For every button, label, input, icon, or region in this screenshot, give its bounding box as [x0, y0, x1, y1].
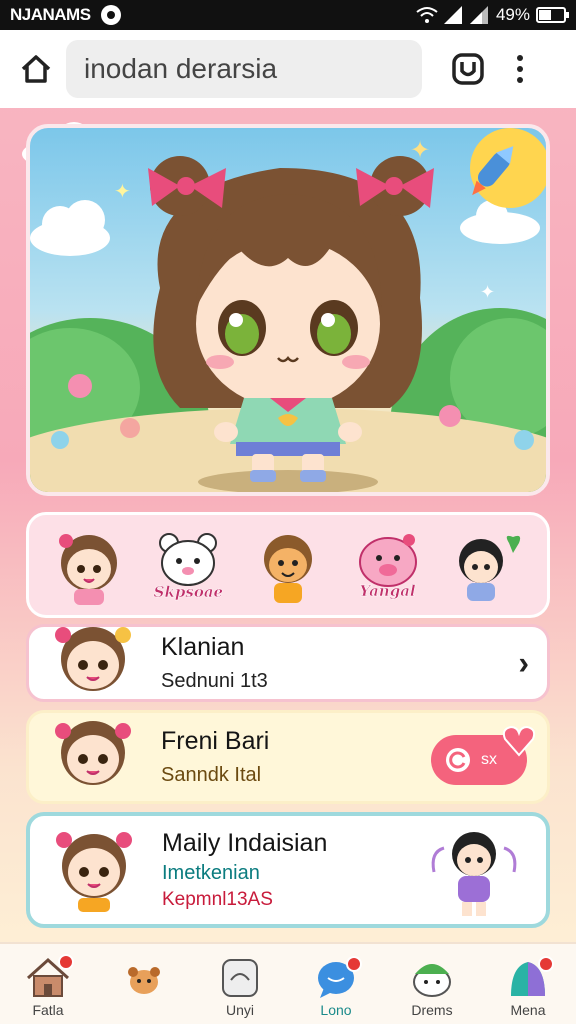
- list-item[interactable]: Klanian Sednuni 1t3 ›: [26, 624, 550, 702]
- girl-avatar-icon: [55, 627, 131, 691]
- nav-label: Mena: [510, 1002, 546, 1018]
- list-item[interactable]: Freni Bari Sanndk Ital sx: [26, 710, 550, 804]
- sticker-caption: Skpsoae: [153, 583, 224, 602]
- puppy-icon: [128, 967, 160, 994]
- chibi-girl-illustration: ✦ ✦ ✦: [30, 128, 546, 492]
- carrier-label: NJANAMS: [10, 5, 91, 24]
- sticker-pig[interactable]: Yangal: [348, 520, 428, 610]
- list-item-subtitle: Imetkenian: [162, 862, 260, 884]
- girl-avatar-icon: [55, 721, 131, 785]
- girl-avatar-icon: [56, 832, 132, 912]
- browser-toolbar: inodan derarsia: [0, 30, 576, 108]
- url-text: inodan derarsia: [84, 53, 278, 84]
- overflow-menu-button[interactable]: [510, 49, 530, 89]
- signal-icon-2: [469, 6, 488, 24]
- svg-text:✦: ✦: [480, 282, 495, 302]
- url-bar[interactable]: inodan derarsia: [66, 40, 422, 98]
- heart-icon: [502, 725, 536, 757]
- nav-item-puppy[interactable]: [104, 960, 184, 1020]
- menu-dot: [517, 55, 523, 61]
- svg-text:✦: ✦: [114, 181, 131, 203]
- menu-dot: [517, 77, 523, 83]
- battery-percent: 49%: [495, 5, 530, 24]
- hero-illustration[interactable]: ✦ ✦ ✦: [26, 124, 550, 496]
- wifi-icon: [416, 7, 438, 23]
- nav-item-chat[interactable]: Lono: [296, 956, 376, 1020]
- sticker-bear[interactable]: Skpsoae: [148, 520, 228, 610]
- menu-dot: [517, 66, 523, 72]
- nav-item-home[interactable]: Fatla: [8, 954, 88, 1020]
- tabs-button[interactable]: [448, 49, 488, 89]
- boy-character-icon: [431, 832, 517, 916]
- notification-badge: [58, 954, 74, 970]
- nav-item-menu[interactable]: Mena: [488, 956, 568, 1020]
- nav-label: Lono: [320, 1002, 352, 1018]
- sticker-row: Skpsoae Yangal: [26, 512, 550, 618]
- refresh-icon: [446, 748, 470, 772]
- home-icon: [21, 55, 51, 83]
- list-item-subtitle-secondary: Kepmnl13AS: [162, 889, 273, 910]
- app-notification-icon: [100, 5, 121, 25]
- sticker-caption: Yangal: [359, 582, 416, 601]
- frog-icon: [413, 964, 451, 997]
- nav-item-frog[interactable]: Drems: [392, 956, 472, 1020]
- list-item[interactable]: Maily Indaisian Imetkenian Kepmnl13AS: [26, 812, 550, 928]
- boy-sticker-icon: [263, 535, 312, 603]
- sticker-girl[interactable]: [49, 520, 129, 610]
- signal-icon: [443, 6, 462, 24]
- kid-heart-sticker-icon: [459, 535, 521, 601]
- nav-item-stickers[interactable]: Unyi: [200, 956, 280, 1020]
- pill-text: sx: [481, 751, 497, 768]
- bear-sticker-icon: [159, 533, 218, 586]
- bottom-navigation: Fatla Unyi Lono Drems Mena: [0, 942, 576, 1024]
- sticker-icon: [222, 959, 258, 997]
- pig-sticker-icon: [358, 534, 417, 587]
- list-item-subtitle: Sanndk Ital: [161, 764, 262, 786]
- notification-badge: [538, 956, 554, 972]
- home-button[interactable]: [14, 47, 58, 91]
- sticker-kid-heart[interactable]: [447, 520, 527, 610]
- list-item-title: Klanian: [161, 633, 245, 661]
- notification-badge: [346, 956, 362, 972]
- sticker-boy[interactable]: [248, 520, 328, 610]
- nav-label: Unyi: [225, 1002, 254, 1018]
- tabs-icon: [452, 53, 484, 85]
- chevron-right-icon[interactable]: ›: [518, 645, 529, 682]
- nav-label: Drems: [411, 1002, 453, 1018]
- list-item-subtitle: Sednuni 1t3: [161, 670, 268, 692]
- list-item-title: Maily Indaisian: [162, 829, 328, 857]
- battery-icon: [536, 7, 569, 23]
- list-item-title: Freni Bari: [161, 727, 270, 755]
- girl-sticker-icon: [58, 534, 117, 605]
- status-bar: NJANAMS 49%: [0, 0, 576, 30]
- nav-label: Fatla: [32, 1002, 64, 1018]
